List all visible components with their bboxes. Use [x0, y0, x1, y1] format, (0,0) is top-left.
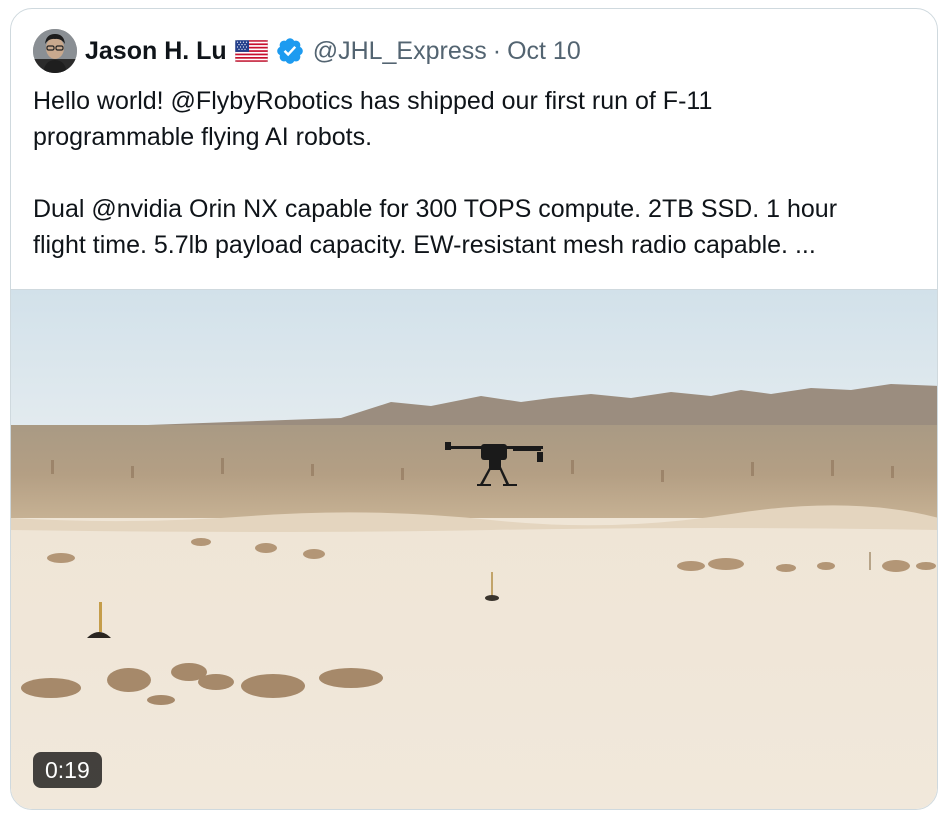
verified-badge-icon	[276, 38, 303, 64]
tweet-text: Hello world! @FlybyRobotics has shipped …	[33, 83, 923, 263]
tweet-text-line: flight time. 5.7lb payload capacity. EW-…	[33, 231, 816, 259]
author-handle[interactable]: @JHL_Express	[313, 37, 487, 66]
video-player[interactable]: 0:19	[11, 289, 937, 809]
author-name[interactable]: Jason H. Lu	[85, 37, 227, 66]
tweet-text-line: Hello world! @FlybyRobotics has shipped …	[33, 87, 713, 115]
tweet-header: Jason H. Lu @JHL_Express · Oct 10	[33, 29, 581, 73]
avatar[interactable]	[33, 29, 77, 73]
video-thumbnail	[11, 290, 937, 809]
video-duration-badge: 0:19	[33, 752, 102, 788]
tweet-date[interactable]: Oct 10	[507, 37, 581, 66]
tweet-text-line: Dual @nvidia Orin NX capable for 300 TOP…	[33, 195, 838, 223]
header-separator: ·	[492, 36, 502, 65]
tweet-text-line: programmable flying AI robots.	[33, 123, 373, 151]
us-flag-icon	[234, 40, 268, 62]
tweet-card[interactable]: Jason H. Lu @JHL_Express · Oct 10 Hello …	[10, 8, 938, 810]
